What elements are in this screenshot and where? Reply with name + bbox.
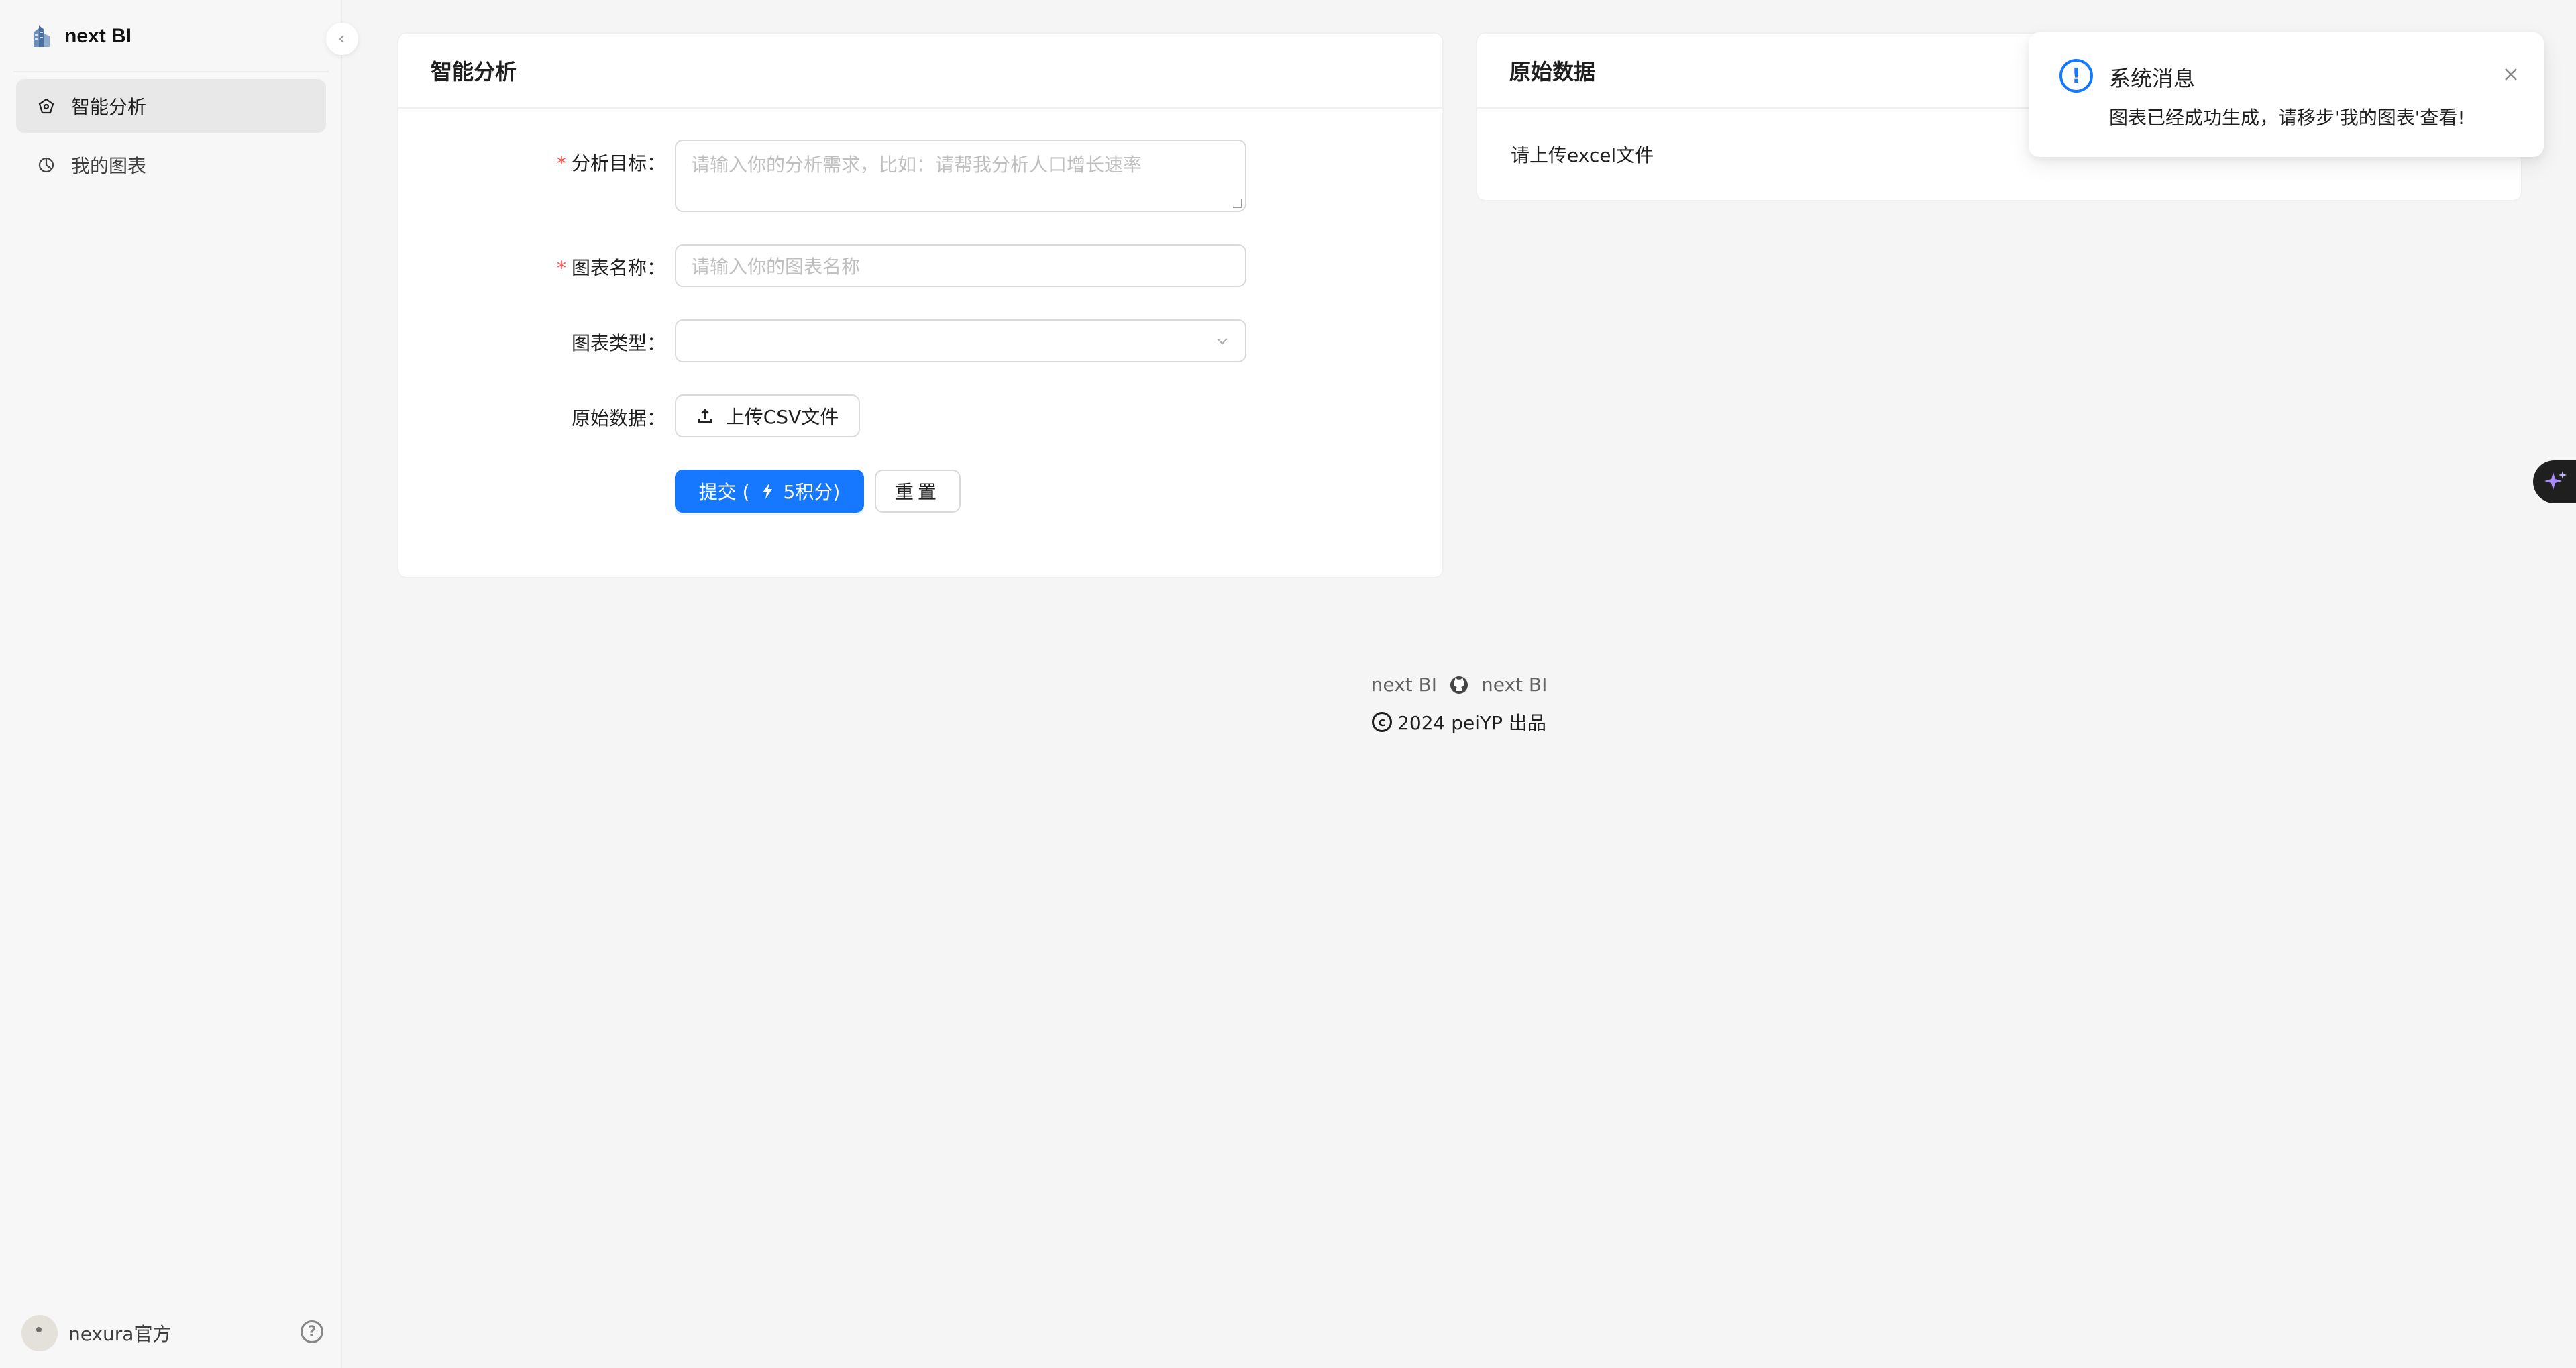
- copyright-text: 2024 peiYP 出品: [1397, 712, 1546, 734]
- submit-prefix: 提交 (: [698, 481, 750, 503]
- submit-points: 5积分): [783, 481, 841, 503]
- chart-name-input[interactable]: 请输入你的图表名称: [675, 244, 1246, 287]
- raw-data-hint: 请上传excel文件: [1511, 144, 1654, 166]
- footer-copyright: c 2024 peiYP 出品: [0, 708, 2576, 735]
- github-icon[interactable]: [1449, 675, 1469, 695]
- chart-type-label: 图表类型：: [571, 332, 665, 354]
- sparkle-icon: [2544, 471, 2567, 490]
- collapse-sidebar-button[interactable]: [326, 23, 358, 55]
- chevron-down-icon: [1217, 338, 1228, 345]
- app-title: next BI: [64, 25, 132, 47]
- sidebar-item-label: 智能分析: [71, 96, 147, 118]
- footer-links: next BI next BI: [0, 674, 2576, 696]
- notification-title: 系统消息: [2109, 66, 2196, 91]
- upload-label: 上传CSV文件: [725, 406, 839, 428]
- submit-button[interactable]: 提交 ( 5积分): [675, 470, 864, 513]
- required-mark: *: [556, 152, 566, 174]
- raw-data-label: 原始数据：: [571, 407, 665, 429]
- reset-button[interactable]: 重置: [875, 470, 961, 513]
- chevron-left-icon: [339, 35, 344, 43]
- copyright-icon: c: [1372, 712, 1393, 732]
- notification: ! 系统消息 图表已经成功生成，请移步'我的图表'查看!: [2029, 32, 2544, 157]
- logo[interactable]: next BI: [30, 20, 131, 52]
- avatar: [21, 1315, 58, 1351]
- dashboard-icon: [36, 96, 56, 116]
- sidebar-item-my-charts[interactable]: 我的图表: [16, 138, 326, 192]
- user-name: nexura官方: [68, 1323, 172, 1345]
- footer-link-github[interactable]: next BI: [1481, 674, 1547, 696]
- notification-description: 图表已经成功生成，请移步'我的图表'查看!: [2109, 107, 2465, 129]
- analysis-goal-textarea[interactable]: 请输入你的分析需求，比如：请帮我分析人口增长速率: [675, 140, 1246, 212]
- chart-type-select[interactable]: [675, 319, 1246, 362]
- logo-icon: [34, 25, 50, 47]
- user-menu[interactable]: nexura官方: [21, 1315, 171, 1351]
- sidebar-divider: [13, 71, 329, 72]
- footer-link-home[interactable]: next BI: [1371, 674, 1437, 696]
- sidebar-item-label: 我的图表: [71, 155, 147, 177]
- thunderbolt-icon: [759, 482, 775, 501]
- help-icon[interactable]: ?: [301, 1320, 323, 1343]
- pie-chart-icon: [36, 155, 56, 175]
- required-mark: *: [556, 257, 566, 279]
- upload-icon: [698, 409, 712, 423]
- goal-label: * 分析目标：: [556, 152, 665, 174]
- ai-assistant-button[interactable]: [2533, 460, 2576, 503]
- sidebar-item-smart-analysis[interactable]: 智能分析: [16, 79, 326, 133]
- close-icon[interactable]: [2501, 64, 2521, 85]
- chart-name-label: * 图表名称：: [556, 257, 665, 279]
- info-icon: !: [2059, 59, 2093, 93]
- card-title: 智能分析: [398, 34, 1442, 109]
- upload-csv-button[interactable]: 上传CSV文件: [675, 394, 860, 437]
